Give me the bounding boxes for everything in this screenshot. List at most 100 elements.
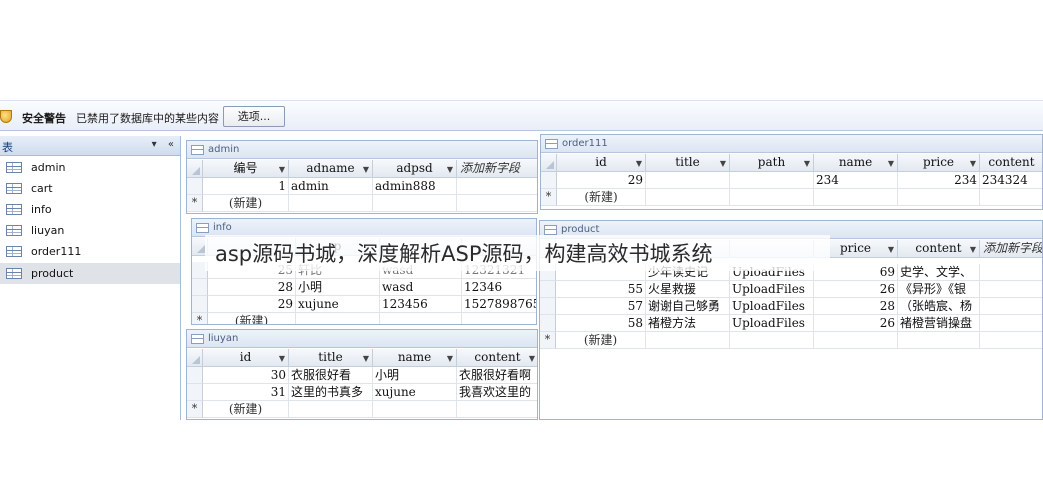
table-cell[interactable]: UploadFiles: [730, 298, 814, 315]
table-cell[interactable]: 衣服很好看啊: [457, 367, 537, 384]
nav-item-admin[interactable]: admin: [0, 157, 180, 178]
table-cell[interactable]: [980, 189, 1042, 206]
table-cell[interactable]: 谢谢自己够勇: [646, 298, 730, 315]
row-selector[interactable]: [187, 367, 203, 384]
table-cell[interactable]: [814, 332, 898, 349]
table-cell[interactable]: 我喜欢这里的: [457, 384, 537, 401]
table-cell[interactable]: 褚橙营销操盘: [898, 315, 980, 332]
table-cell[interactable]: 衣服很好看: [289, 367, 373, 384]
table-cell[interactable]: [380, 313, 462, 324]
table-cell[interactable]: 57: [556, 298, 646, 315]
column-header[interactable]: adpsd ▼: [373, 160, 457, 178]
column-header[interactable]: id ▼: [557, 154, 646, 172]
row-selector[interactable]: [540, 315, 556, 332]
column-header[interactable]: price ▼: [898, 154, 980, 172]
column-header[interactable]: content: [980, 154, 1042, 172]
navigation-pane-header[interactable]: 表 ▾ «: [0, 136, 180, 156]
row-selector[interactable]: [192, 296, 208, 313]
column-header[interactable]: name ▼: [814, 154, 898, 172]
table-cell[interactable]: 55: [556, 281, 646, 298]
table-cell[interactable]: [373, 195, 457, 212]
table-cell[interactable]: 31: [203, 384, 289, 401]
row-selector[interactable]: [187, 178, 203, 195]
table-cell[interactable]: xujune: [296, 296, 380, 313]
nav-item-liuyan[interactable]: liuyan: [0, 220, 180, 241]
table-cell[interactable]: [646, 332, 730, 349]
table-cell[interactable]: 30: [203, 367, 289, 384]
table-cell[interactable]: [373, 401, 457, 418]
column-header[interactable]: title ▼: [646, 154, 730, 172]
row-selector[interactable]: [540, 281, 556, 298]
select-all-corner[interactable]: [187, 349, 203, 367]
column-header[interactable]: content ▼: [898, 240, 980, 258]
nav-item-order111[interactable]: order111: [0, 241, 180, 262]
table-cell[interactable]: [898, 189, 980, 206]
table-cell[interactable]: [289, 401, 373, 418]
window-titlebar[interactable]: admin: [187, 141, 537, 159]
nav-item-info[interactable]: info: [0, 199, 180, 220]
table-cell[interactable]: 12346: [462, 279, 536, 296]
table-cell[interactable]: admin888: [373, 178, 457, 195]
table-cell[interactable]: xujune: [373, 384, 457, 401]
table-cell[interactable]: 26: [814, 281, 898, 298]
table-cell[interactable]: 1527898765: [462, 296, 536, 313]
table-cell[interactable]: 28: [814, 298, 898, 315]
table-cell[interactable]: 褚橙方法: [646, 315, 730, 332]
table-cell[interactable]: （张皓宸、杨: [898, 298, 980, 315]
table-window-order111[interactable]: order111 id ▼ title ▼ path ▼ name ▼ price ▼ c…: [540, 134, 1043, 210]
table-cell[interactable]: [980, 281, 1042, 298]
row-selector[interactable]: [187, 384, 203, 401]
options-button[interactable]: 选项...: [223, 106, 285, 127]
table-cell[interactable]: wasd: [380, 279, 462, 296]
table-cell[interactable]: 234: [898, 172, 980, 189]
table-cell[interactable]: [814, 189, 898, 206]
table-cell[interactable]: [457, 401, 537, 418]
table-cell[interactable]: [980, 332, 1042, 349]
table-cell[interactable]: 1: [203, 178, 289, 195]
table-cell[interactable]: [980, 298, 1042, 315]
add-field-header[interactable]: 添加新字段: [980, 240, 1042, 258]
table-cell[interactable]: 234: [814, 172, 898, 189]
table-cell[interactable]: [898, 332, 980, 349]
table-cell[interactable]: [457, 195, 537, 212]
table-cell[interactable]: [289, 195, 373, 212]
row-selector[interactable]: [541, 172, 557, 189]
table-cell[interactable]: [646, 172, 730, 189]
table-cell[interactable]: 小明: [373, 367, 457, 384]
column-header[interactable]: 编号 ▼: [203, 160, 289, 178]
add-field-header[interactable]: 添加新字段: [457, 160, 537, 178]
column-header[interactable]: name ▼: [373, 349, 457, 367]
table-window-admin[interactable]: admin 编号 ▼ adname ▼ adpsd ▼ 添加新字段 1 admin a…: [186, 140, 538, 214]
table-cell[interactable]: 《异形》《银: [898, 281, 980, 298]
column-header[interactable]: title ▼: [289, 349, 373, 367]
new-row-cell[interactable]: (新建): [556, 332, 646, 349]
table-cell[interactable]: 58: [556, 315, 646, 332]
table-cell[interactable]: 28: [208, 279, 296, 296]
table-cell[interactable]: [457, 178, 537, 195]
table-cell[interactable]: UploadFiles: [730, 281, 814, 298]
table-cell[interactable]: [730, 189, 814, 206]
select-all-corner[interactable]: [541, 154, 557, 172]
column-header[interactable]: id ▼: [203, 349, 289, 367]
table-cell[interactable]: 这里的书真多: [289, 384, 373, 401]
column-header[interactable]: content ▼: [457, 349, 537, 367]
row-selector[interactable]: [540, 298, 556, 315]
table-cell[interactable]: [730, 332, 814, 349]
table-cell[interactable]: UploadFiles: [730, 315, 814, 332]
table-cell[interactable]: admin: [289, 178, 373, 195]
table-cell[interactable]: 123456: [380, 296, 462, 313]
table-cell[interactable]: 火星救援: [646, 281, 730, 298]
nav-item-product[interactable]: product: [0, 263, 180, 284]
new-row-cell[interactable]: (新建): [203, 195, 289, 212]
table-cell[interactable]: 26: [814, 315, 898, 332]
window-titlebar[interactable]: liuyan: [187, 330, 537, 348]
table-cell[interactable]: [980, 315, 1042, 332]
new-row-cell[interactable]: (新建): [557, 189, 646, 206]
table-cell[interactable]: 234324: [980, 172, 1042, 189]
row-selector[interactable]: [192, 279, 208, 296]
chevron-down-icon[interactable]: ▾: [152, 139, 157, 150]
table-cell[interactable]: [646, 189, 730, 206]
table-cell[interactable]: [980, 264, 1042, 281]
table-cell[interactable]: 史学、文学、: [898, 264, 980, 281]
table-cell[interactable]: [462, 313, 536, 324]
